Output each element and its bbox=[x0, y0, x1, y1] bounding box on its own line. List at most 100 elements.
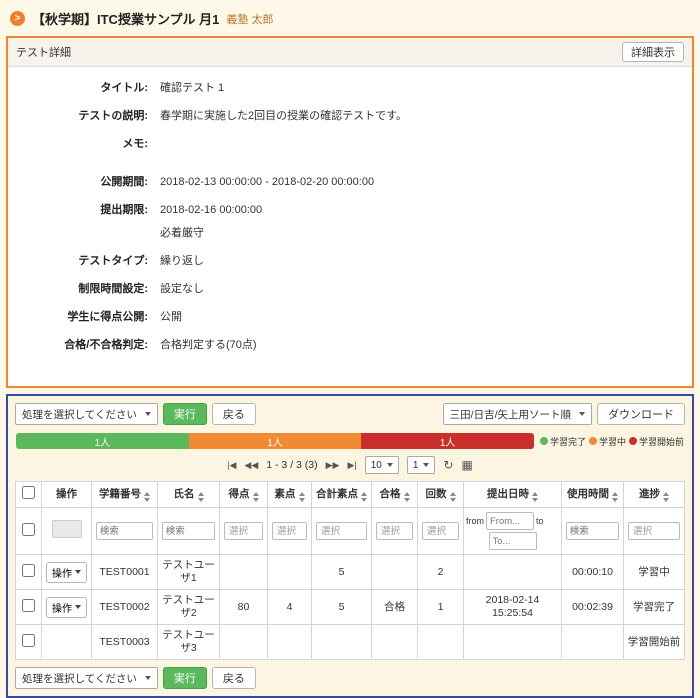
row-checkbox[interactable] bbox=[22, 564, 35, 577]
column-header-duration[interactable]: 使用時間 bbox=[562, 482, 624, 508]
field-title: タイトル: 確認テスト 1 bbox=[20, 81, 680, 96]
panel-header: テスト詳細 詳細表示 bbox=[8, 38, 692, 67]
attempts-filter-select[interactable]: 選択 bbox=[422, 522, 459, 540]
student-id-filter-input[interactable] bbox=[96, 522, 153, 540]
column-header-student-id[interactable]: 学籍番号 bbox=[92, 482, 158, 508]
page-size-select[interactable]: 10 bbox=[365, 456, 399, 474]
cell-pass bbox=[372, 625, 418, 660]
column-header-submitted[interactable]: 提出日時 bbox=[464, 482, 562, 508]
progress-filter-select[interactable]: 選択 bbox=[628, 522, 680, 540]
chevron-down-icon bbox=[75, 605, 81, 609]
submitted-from-row: from to bbox=[466, 512, 559, 530]
column-header-attempts[interactable]: 回数 bbox=[418, 482, 464, 508]
field-label: メモ: bbox=[20, 137, 148, 152]
cell-submitted bbox=[464, 625, 562, 660]
cell-name: テストユーザ3 bbox=[158, 625, 220, 660]
pagination: |◀ ◀◀ 1 - 3 / 3 (3) ▶▶ ▶| 10 1 ↻ ▦ bbox=[15, 456, 685, 474]
score-filter-select[interactable]: 選択 bbox=[224, 522, 263, 540]
download-button[interactable]: ダウンロード bbox=[597, 403, 685, 425]
progress-segment-complete: 1人 bbox=[16, 433, 189, 449]
cell-duration bbox=[562, 625, 624, 660]
progress-segment-not-started: 1人 bbox=[361, 433, 534, 449]
field-value-note: 必着厳守 bbox=[160, 226, 262, 241]
cell-raw-score bbox=[268, 625, 312, 660]
chevron-down-icon bbox=[145, 676, 151, 680]
cell-student-id: TEST0001 bbox=[92, 555, 158, 590]
page-number-select[interactable]: 1 bbox=[407, 456, 436, 474]
cell-raw-score bbox=[268, 555, 312, 590]
row-action-button[interactable]: 操作 bbox=[46, 597, 87, 618]
sort-icon bbox=[404, 492, 410, 502]
pass-filter-select[interactable]: 選択 bbox=[376, 522, 413, 540]
cell-total-raw: 5 bbox=[312, 590, 372, 625]
legend-dot-complete-icon bbox=[540, 437, 548, 445]
results-table: 操作 学籍番号 氏名 得点 素点 合計素点 合格 回数 提出日時 使用時間 進捗… bbox=[15, 481, 685, 660]
field-label: 合格/不合格判定: bbox=[20, 338, 148, 353]
page-info: 1 - 3 / 3 (3) bbox=[266, 459, 317, 471]
cell-raw-score: 4 bbox=[268, 590, 312, 625]
cell-total-raw bbox=[312, 625, 372, 660]
grid-icon[interactable]: ▦ bbox=[461, 459, 472, 471]
field-label: テストの説明: bbox=[20, 109, 148, 124]
progress-legend: 学習完了 学習中 学習開始前 bbox=[540, 435, 684, 448]
column-header-name[interactable]: 氏名 bbox=[158, 482, 220, 508]
sort-icon bbox=[299, 492, 305, 502]
cell-duration: 00:00:10 bbox=[562, 555, 624, 590]
cell-action-empty bbox=[42, 625, 92, 660]
raw-score-filter-select[interactable]: 選択 bbox=[272, 522, 307, 540]
detail-view-button[interactable]: 詳細表示 bbox=[622, 42, 684, 62]
column-header-progress[interactable]: 進捗 bbox=[624, 482, 685, 508]
field-label: 公開期間: bbox=[20, 175, 148, 190]
column-header-pass[interactable]: 合格 bbox=[372, 482, 418, 508]
legend-in-progress: 学習中 bbox=[589, 435, 626, 448]
legend-dot-in-progress-icon bbox=[589, 437, 597, 445]
cell-submitted bbox=[464, 555, 562, 590]
field-value: 公開 bbox=[160, 310, 182, 325]
first-page-button[interactable]: |◀ bbox=[227, 460, 236, 471]
chevron-right-icon: > bbox=[10, 11, 25, 26]
cell-pass: 合格 bbox=[372, 590, 418, 625]
field-pass-judgement: 合格/不合格判定: 合格判定する(70点) bbox=[20, 338, 680, 353]
refresh-icon[interactable]: ↻ bbox=[443, 459, 453, 471]
back-button[interactable]: 戻る bbox=[212, 403, 256, 425]
last-page-button[interactable]: ▶| bbox=[347, 460, 356, 471]
page-header: > 【秋学期】ITC授業サンプル 月1 義塾 太郎 bbox=[0, 0, 700, 36]
column-header-total-raw[interactable]: 合計素点 bbox=[312, 482, 372, 508]
sort-icon bbox=[532, 492, 538, 502]
column-header-raw-score[interactable]: 素点 bbox=[268, 482, 312, 508]
duration-filter-input[interactable] bbox=[566, 522, 620, 540]
chevron-down-icon bbox=[75, 570, 81, 574]
panel-body: タイトル: 確認テスト 1 テストの説明: 春学期に実施した2回目の授業の確認テ… bbox=[8, 67, 692, 386]
test-detail-panel: テスト詳細 詳細表示 タイトル: 確認テスト 1 テストの説明: 春学期に実施し… bbox=[6, 36, 694, 388]
progress-segment-in-progress: 1人 bbox=[189, 433, 362, 449]
cell-progress: 学習中 bbox=[624, 555, 685, 590]
chevron-down-icon bbox=[387, 463, 393, 467]
select-all-checkbox[interactable] bbox=[22, 486, 35, 499]
field-memo: メモ: bbox=[20, 137, 680, 152]
row-action-button[interactable]: 操作 bbox=[46, 562, 87, 583]
run-button[interactable]: 実行 bbox=[163, 403, 207, 425]
progress-row: 1人 1人 1人 学習完了 学習中 学習開始前 bbox=[16, 433, 684, 449]
row-checkbox[interactable] bbox=[22, 599, 35, 612]
cell-name: テストユーザ1 bbox=[158, 555, 220, 590]
toolbar-right: 三田/日吉/矢上用ソート順 ダウンロード bbox=[443, 403, 685, 425]
from-label: from bbox=[466, 515, 484, 528]
sort-icon bbox=[361, 492, 367, 502]
sort-order-select[interactable]: 三田/日吉/矢上用ソート順 bbox=[443, 403, 592, 425]
prev-page-button[interactable]: ◀◀ bbox=[244, 460, 258, 471]
row-checkbox[interactable] bbox=[22, 634, 35, 647]
sort-icon bbox=[198, 492, 204, 502]
field-open-period: 公開期間: 2018-02-13 00:00:00 - 2018-02-20 0… bbox=[20, 175, 680, 190]
next-page-button[interactable]: ▶▶ bbox=[326, 460, 340, 471]
field-value: 確認テスト 1 bbox=[160, 81, 224, 96]
total-raw-filter-select[interactable]: 選択 bbox=[316, 522, 367, 540]
submitted-to-input[interactable] bbox=[489, 532, 537, 550]
submitted-from-input[interactable] bbox=[486, 512, 534, 530]
name-filter-input[interactable] bbox=[162, 522, 216, 540]
cell-student-id: TEST0003 bbox=[92, 625, 158, 660]
action-select[interactable]: 処理を選択してください bbox=[15, 403, 158, 425]
filter-row-checkbox[interactable] bbox=[22, 523, 35, 536]
user-name-link[interactable]: 義塾 太郎 bbox=[226, 11, 273, 27]
column-header-score[interactable]: 得点 bbox=[220, 482, 268, 508]
cell-pass bbox=[372, 555, 418, 590]
